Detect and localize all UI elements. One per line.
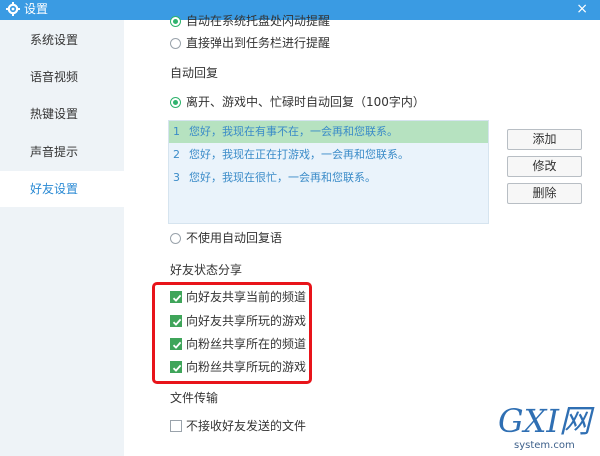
- notify-taskbar-label: 直接弹出到任务栏进行提醒: [186, 36, 331, 50]
- sidebar-item-friends[interactable]: 好友设置: [0, 171, 124, 207]
- window-title: 设置: [24, 2, 49, 16]
- auto-reply-enable-radio[interactable]: [170, 97, 181, 108]
- reply-text: 您好，我现在很忙，一会再和您联系。: [189, 171, 376, 184]
- watermark-brand: GXI网: [498, 402, 591, 440]
- notify-tray-radio[interactable]: [170, 16, 181, 27]
- notify-taskbar-radio[interactable]: [170, 38, 181, 49]
- auto-reply-disable-label: 不使用自动回复语: [186, 231, 283, 245]
- delete-reply-button[interactable]: 删除: [507, 183, 582, 204]
- list-item[interactable]: 1 您好，我现在有事不在，一会再和您联系。: [169, 121, 488, 143]
- gear-icon: [6, 2, 20, 16]
- reply-number: 3: [173, 171, 180, 184]
- sidebar-item-hotkeys[interactable]: 热键设置: [0, 96, 124, 132]
- add-reply-button[interactable]: 添加: [507, 129, 582, 150]
- reply-number: 1: [173, 125, 180, 138]
- auto-reply-disable-radio[interactable]: [170, 233, 181, 244]
- check-icon: [172, 341, 182, 349]
- reject-files-checkbox[interactable]: [170, 420, 182, 432]
- settings-sidebar: 系统设置 语音视频 热键设置 声音提示 好友设置: [0, 20, 124, 456]
- auto-reply-enable-label: 离开、游戏中、忙碌时自动回复（100字内）: [186, 95, 425, 109]
- close-button[interactable]: ×: [576, 1, 588, 17]
- reject-files-label: 不接收好友发送的文件: [186, 419, 307, 433]
- share-game-fans-label: 向粉丝共享所玩的游戏: [186, 360, 307, 374]
- auto-reply-list: 1 您好，我现在有事不在，一会再和您联系。 2 您好，我现在正在打游戏，一会再和…: [168, 120, 489, 224]
- notify-tray-label: 自动在系统托盘处闪动提醒: [186, 14, 331, 28]
- share-game-friends-label: 向好友共享所玩的游戏: [186, 314, 307, 328]
- watermark-url: system.com: [514, 440, 575, 451]
- auto-reply-heading: 自动回复: [170, 66, 219, 80]
- share-channel-friends-label: 向好友共享当前的频道: [186, 290, 307, 304]
- check-icon: [172, 294, 182, 302]
- friend-settings-panel: 自动在系统托盘处闪动提醒 直接弹出到任务栏进行提醒 自动回复 离开、游戏中、忙碌…: [124, 14, 600, 456]
- share-channel-friends-checkbox[interactable]: [170, 291, 182, 303]
- edit-reply-button[interactable]: 修改: [507, 156, 582, 177]
- list-item[interactable]: 3 您好，我现在很忙，一会再和您联系。: [169, 167, 488, 189]
- reply-text: 您好，我现在正在打游戏，一会再和您联系。: [189, 148, 409, 161]
- sidebar-item-system[interactable]: 系统设置: [0, 22, 124, 58]
- share-channel-fans-label: 向粉丝共享所在的频道: [186, 337, 307, 351]
- sidebar-item-sound[interactable]: 声音提示: [0, 134, 124, 170]
- reply-text: 您好，我现在有事不在，一会再和您联系。: [189, 125, 398, 138]
- check-icon: [172, 318, 182, 326]
- share-game-fans-checkbox[interactable]: [170, 361, 182, 373]
- status-share-heading: 好友状态分享: [170, 263, 243, 277]
- share-game-friends-checkbox[interactable]: [170, 315, 182, 327]
- list-item[interactable]: 2 您好，我现在正在打游戏，一会再和您联系。: [169, 144, 488, 166]
- reply-number: 2: [173, 148, 180, 161]
- sidebar-item-voice-video[interactable]: 语音视频: [0, 59, 124, 95]
- check-icon: [172, 364, 182, 372]
- watermark-logo: GXI网 system.com: [492, 396, 600, 456]
- share-channel-fans-checkbox[interactable]: [170, 338, 182, 350]
- file-transfer-heading: 文件传输: [170, 391, 219, 405]
